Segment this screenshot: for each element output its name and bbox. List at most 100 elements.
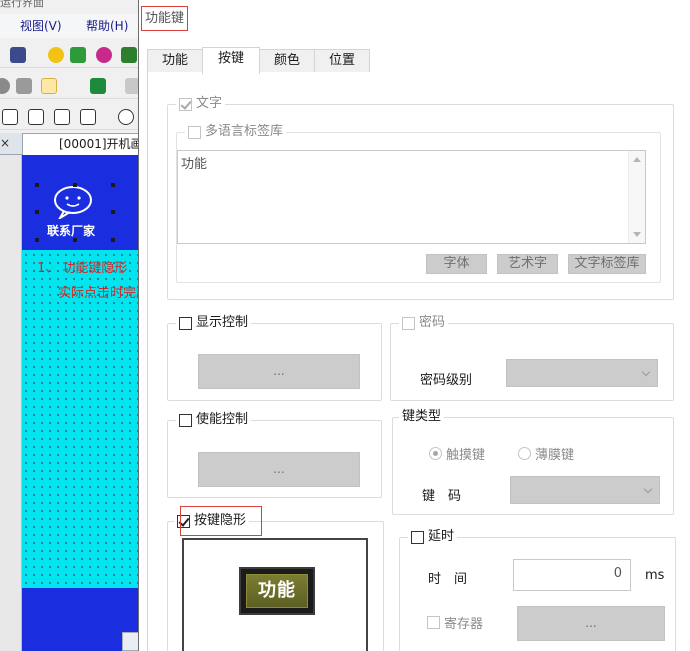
tab-color[interactable]: 颜色 — [259, 49, 315, 73]
user-manage-icon[interactable] — [10, 47, 26, 63]
password-level-select[interactable] — [506, 359, 658, 387]
enable-control-label: 使能控制 — [196, 412, 249, 427]
menu-view[interactable]: 视图(V) — [20, 17, 62, 34]
key-type-label: 键类型 — [402, 409, 442, 424]
picture-icon[interactable] — [90, 78, 106, 94]
toolbar-row-1 — [0, 42, 140, 68]
selection-handle[interactable] — [111, 238, 115, 242]
text-content-input[interactable]: 功能 — [177, 150, 646, 244]
tab-key[interactable]: 按键 — [202, 47, 260, 74]
display-control-checkbox-row[interactable]: 显示控制 — [176, 315, 252, 331]
password-checkbox-row[interactable]: 密码 — [399, 315, 449, 331]
chat-bubble-icon[interactable] — [52, 185, 94, 219]
enable-control-group: 使能控制 ... — [167, 412, 382, 498]
enable-control-checkbox-row[interactable]: 使能控制 — [176, 412, 252, 428]
multilang-checkbox-row[interactable]: 多语言标签库 — [185, 124, 287, 140]
password-level-label: 密码级别 — [420, 373, 473, 388]
text-scrollbar[interactable] — [628, 151, 645, 243]
multilang-label: 多语言标签库 — [205, 124, 284, 139]
dialog-titlebar[interactable]: 功能键 — [139, 0, 690, 36]
text-label: 文字 — [196, 96, 223, 111]
display-control-checkbox[interactable] — [179, 316, 192, 330]
delay-group: 延时 时 间 0 ms 寄存器 ... — [399, 529, 676, 651]
key-code-select[interactable] — [510, 476, 660, 504]
zoom-out-icon[interactable] — [118, 109, 134, 125]
background-app-title: 运行界面 — [0, 0, 44, 9]
key-type-group: 键类型 触摸键 薄膜键 键 码 — [392, 409, 674, 515]
key-preview: 功能 — [182, 538, 368, 651]
display-control-label: 显示控制 — [196, 315, 249, 330]
preview-function-key: 功能 — [239, 567, 315, 615]
bulb-icon[interactable] — [48, 47, 64, 63]
membrane-key-radio[interactable] — [518, 447, 531, 460]
toolbar-row-3 — [0, 104, 140, 130]
art-text-button[interactable]: 艺术字 — [497, 254, 558, 274]
rotate-icon[interactable] — [0, 78, 10, 94]
text-group: 文字 多语言标签库 功能 字体 艺术字 文字标签库 — [167, 96, 674, 300]
dialog-tabs: 功能 按键 颜色 位置 — [147, 47, 690, 74]
multilang-checkbox[interactable] — [188, 125, 201, 139]
palette-icon[interactable] — [96, 47, 112, 63]
time-label: 时 间 — [428, 572, 468, 587]
text-content-value: 功能 — [181, 157, 208, 172]
document-tab[interactable]: [00001]开机画面 — [22, 133, 142, 155]
scroll-down-icon[interactable] — [633, 232, 641, 237]
edit-icon[interactable] — [16, 78, 32, 94]
multilang-group: 多语言标签库 功能 字体 艺术字 文字标签库 — [176, 124, 661, 283]
text-checkbox-row[interactable]: 文字 — [176, 96, 226, 112]
font-button[interactable]: 字体 — [426, 254, 487, 274]
delay-time-input[interactable]: 0 — [513, 559, 631, 591]
function-key-dialog: 功能键 功能 按键 颜色 位置 文字 多语言标签库 功能 字体 艺术字 文字标签… — [138, 0, 690, 651]
delay-checkbox-row[interactable]: 延时 — [408, 529, 458, 545]
chevron-down-icon — [641, 367, 651, 377]
dialog-title: 功能键 — [141, 6, 189, 31]
enable-control-checkbox[interactable] — [179, 413, 192, 427]
selection-handle[interactable] — [35, 238, 39, 242]
key-invisible-group: 按键隐形 功能 — [167, 513, 384, 651]
left-gutter — [0, 155, 22, 651]
layers-icon[interactable] — [70, 47, 86, 63]
close-icon[interactable]: × — [0, 136, 14, 150]
tab-position[interactable]: 位置 — [314, 49, 370, 73]
document-tabstrip: × [00001]开机画面 — [0, 133, 142, 155]
preview-key-text: 功能 — [246, 574, 308, 608]
align-bottom-icon[interactable] — [28, 109, 44, 125]
display-control-button[interactable]: ... — [198, 354, 360, 389]
selection-handle[interactable] — [111, 183, 115, 187]
touch-key-option[interactable]: 触摸键 — [429, 444, 485, 463]
align-right-icon[interactable] — [80, 109, 96, 125]
enable-control-button[interactable]: ... — [198, 452, 360, 487]
touch-key-label: 触摸键 — [446, 448, 486, 463]
register-checkbox-row[interactable]: 寄存器 — [427, 613, 483, 632]
password-label: 密码 — [419, 315, 446, 330]
key-tab-panel: 文字 多语言标签库 功能 字体 艺术字 文字标签库 显示控制 ... 密码 密码… — [147, 72, 690, 651]
grid-icon[interactable] — [121, 47, 137, 63]
membrane-key-option[interactable]: 薄膜键 — [518, 444, 574, 463]
membrane-key-label: 薄膜键 — [535, 448, 575, 463]
text-checkbox[interactable] — [179, 97, 192, 111]
selection-handle[interactable] — [111, 210, 115, 214]
selection-handle[interactable] — [73, 183, 77, 187]
display-control-group: 显示控制 ... — [167, 315, 382, 401]
register-button[interactable]: ... — [517, 606, 665, 641]
chevron-down-icon — [643, 484, 653, 494]
toolbar-row-2 — [0, 73, 141, 99]
annotation-line-1: 1、 功能键隐形 — [37, 261, 128, 276]
scroll-up-icon[interactable] — [633, 157, 641, 162]
selection-handle[interactable] — [35, 210, 39, 214]
touch-key-radio[interactable] — [429, 447, 442, 460]
key-type-legend: 键类型 — [399, 409, 445, 425]
password-group: 密码 密码级别 — [390, 315, 674, 401]
register-checkbox[interactable] — [427, 616, 440, 629]
selection-handle[interactable] — [35, 183, 39, 187]
delay-unit-label: ms — [645, 568, 665, 583]
menu-help[interactable]: 帮助(H) — [86, 17, 128, 34]
text-label-library-button[interactable]: 文字标签库 — [568, 254, 646, 274]
key-code-label: 键 码 — [422, 489, 462, 504]
delay-checkbox[interactable] — [411, 530, 424, 544]
align-left-icon[interactable] — [54, 109, 70, 125]
align-top-icon[interactable] — [2, 109, 18, 125]
pointer-icon[interactable] — [41, 78, 57, 94]
password-checkbox[interactable] — [402, 316, 415, 330]
tab-function[interactable]: 功能 — [147, 49, 203, 73]
